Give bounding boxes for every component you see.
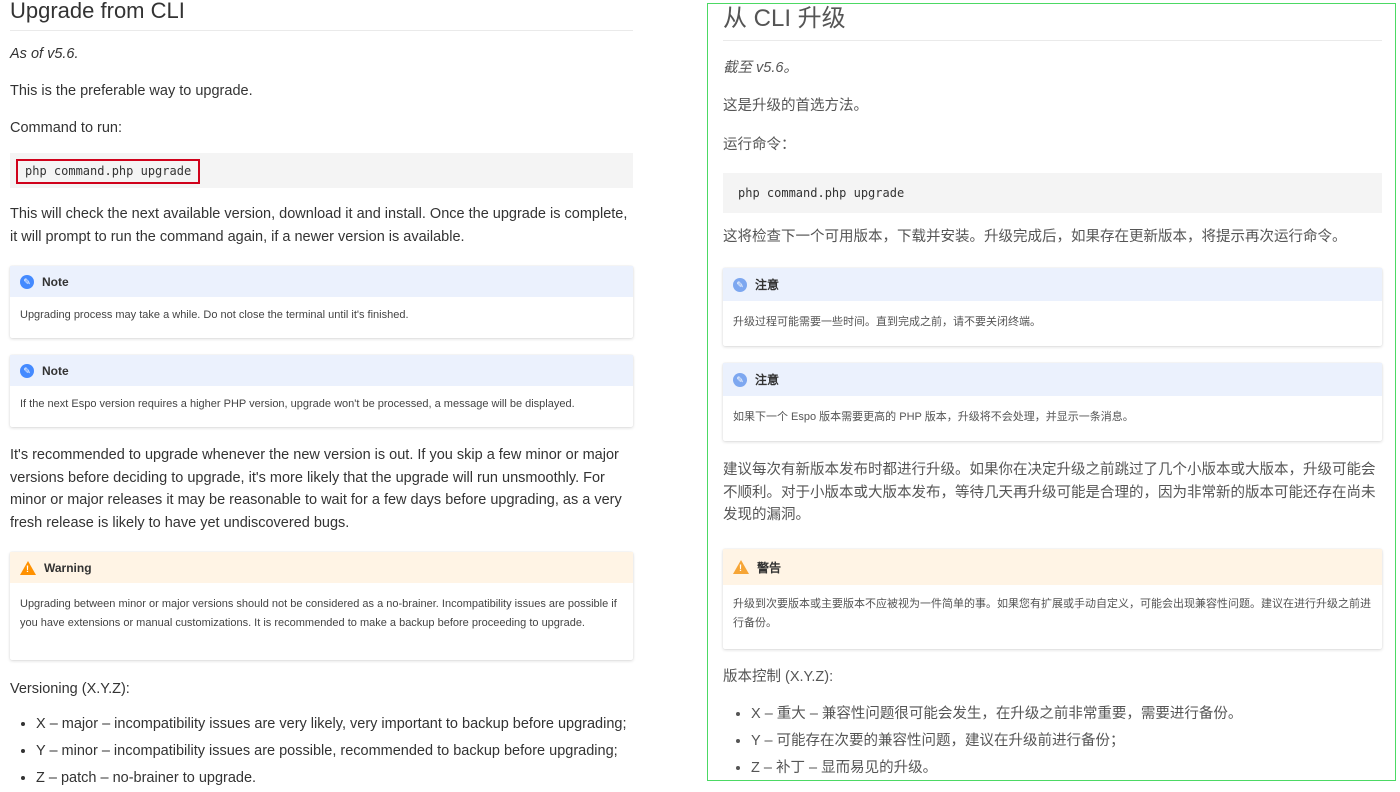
chinese-pane: 从 CLI 升级 截至 v5.6。 这是升级的首选方法。 运行命令： php c… bbox=[707, 3, 1396, 781]
pencil-icon: ✎ bbox=[733, 372, 747, 387]
page-title: 从 CLI 升级 bbox=[723, 4, 1382, 41]
warning-triangle-icon: ! bbox=[733, 560, 749, 574]
english-pane: Upgrade from CLI As of v5.6. This is the… bbox=[10, 0, 633, 787]
versioning-list: X – 重大 – 兼容性问题很可能会发生，在升级之前非常重要，需要进行备份。 Y… bbox=[723, 701, 1382, 780]
code-block: php command.php upgrade bbox=[723, 173, 1382, 213]
list-item: Y – minor – incompatibility issues are p… bbox=[36, 738, 633, 765]
note-body: If the next Espo version requires a high… bbox=[20, 398, 575, 410]
warning-header: ! Warning bbox=[10, 552, 633, 583]
note-title: 注意 bbox=[755, 278, 780, 292]
warning-header: ! 警告 bbox=[723, 549, 1382, 585]
warning-admonition: ! Warning Upgrading between minor or maj… bbox=[10, 552, 633, 660]
list-item: Y – 可能存在次要的兼容性问题，建议在升级前进行备份； bbox=[751, 728, 1382, 755]
pencil-icon: ✎ bbox=[20, 274, 34, 289]
note-admonition: ✎ 注意 如果下一个 Espo 版本需要更高的 PHP 版本，升级将不会处理，并… bbox=[723, 363, 1382, 441]
command-label: Command to run: bbox=[10, 120, 123, 136]
warning-title: Warning bbox=[44, 560, 92, 575]
page-title: Upgrade from CLI bbox=[10, 0, 633, 31]
warning-body: 升级到次要版本或主要版本不应被视为一件简单的事。如果您有扩展或手动自定义，可能会… bbox=[733, 598, 1371, 629]
list-item: X – major – incompatibility issues are v… bbox=[36, 711, 633, 738]
pencil-icon: ✎ bbox=[20, 363, 34, 378]
command-label: 运行命令： bbox=[723, 137, 796, 153]
note-header: ✎ Note bbox=[10, 266, 633, 297]
warning-body: Upgrading between minor or major version… bbox=[20, 598, 617, 629]
recommend-text: It's recommended to upgrade whenever the… bbox=[10, 447, 622, 531]
preferable-text: This is the preferable way to upgrade. bbox=[10, 83, 253, 99]
check-text: 这将检查下一个可用版本，下载并安装。升级完成后，如果存在更新版本，将提示再次运行… bbox=[723, 229, 1347, 245]
note-admonition: ✎ 注意 升级过程可能需要一些时间。直到完成之前，请不要关闭终端。 bbox=[723, 268, 1382, 346]
note-body: Upgrading process may take a while. Do n… bbox=[20, 309, 409, 321]
note-title: 注意 bbox=[755, 373, 780, 387]
note-header: ✎ Note bbox=[10, 355, 633, 386]
command-code[interactable]: php command.php upgrade bbox=[16, 159, 201, 184]
as-of-version: As of v5.6. bbox=[10, 46, 79, 62]
recommend-text: 建议每次有新版本发布时都进行升级。如果你在决定升级之前跳过了几个小版本或大版本，… bbox=[723, 462, 1376, 523]
as-of-version: 截至 v5.6。 bbox=[723, 60, 798, 76]
code-block: php command.php upgrade bbox=[10, 153, 633, 188]
versioning-label: Versioning (X.Y.Z): bbox=[10, 681, 130, 697]
list-item: X – 重大 – 兼容性问题很可能会发生，在升级之前非常重要，需要进行备份。 bbox=[751, 701, 1382, 728]
command-code[interactable]: php command.php upgrade bbox=[738, 186, 904, 200]
note-admonition: ✎ Note Upgrading process may take a whil… bbox=[10, 266, 633, 338]
warning-admonition: ! 警告 升级到次要版本或主要版本不应被视为一件简单的事。如果您有扩展或手动自定… bbox=[723, 549, 1382, 649]
note-title: Note bbox=[42, 363, 69, 378]
note-admonition: ✎ Note If the next Espo version requires… bbox=[10, 355, 633, 427]
warning-triangle-icon: ! bbox=[20, 560, 36, 575]
versioning-list: X – major – incompatibility issues are v… bbox=[10, 711, 633, 792]
preferable-text: 这是升级的首选方法。 bbox=[723, 98, 868, 114]
note-body: 升级过程可能需要一些时间。直到完成之前，请不要关闭终端。 bbox=[733, 316, 1041, 328]
note-header: ✎ 注意 bbox=[723, 268, 1382, 301]
note-header: ✎ 注意 bbox=[723, 363, 1382, 396]
note-title: Note bbox=[42, 274, 69, 289]
pencil-icon: ✎ bbox=[733, 277, 747, 292]
warning-title: 警告 bbox=[757, 560, 782, 575]
note-body: 如果下一个 Espo 版本需要更高的 PHP 版本，升级将不会处理，并显示一条消… bbox=[733, 411, 1134, 423]
list-item: Z – patch – no-brainer to upgrade. bbox=[36, 765, 633, 792]
check-text: This will check the next available versi… bbox=[10, 206, 628, 245]
list-item: Z – 补丁 – 显而易见的升级。 bbox=[751, 755, 1382, 780]
versioning-label: 版本控制 (X.Y.Z): bbox=[723, 669, 834, 685]
